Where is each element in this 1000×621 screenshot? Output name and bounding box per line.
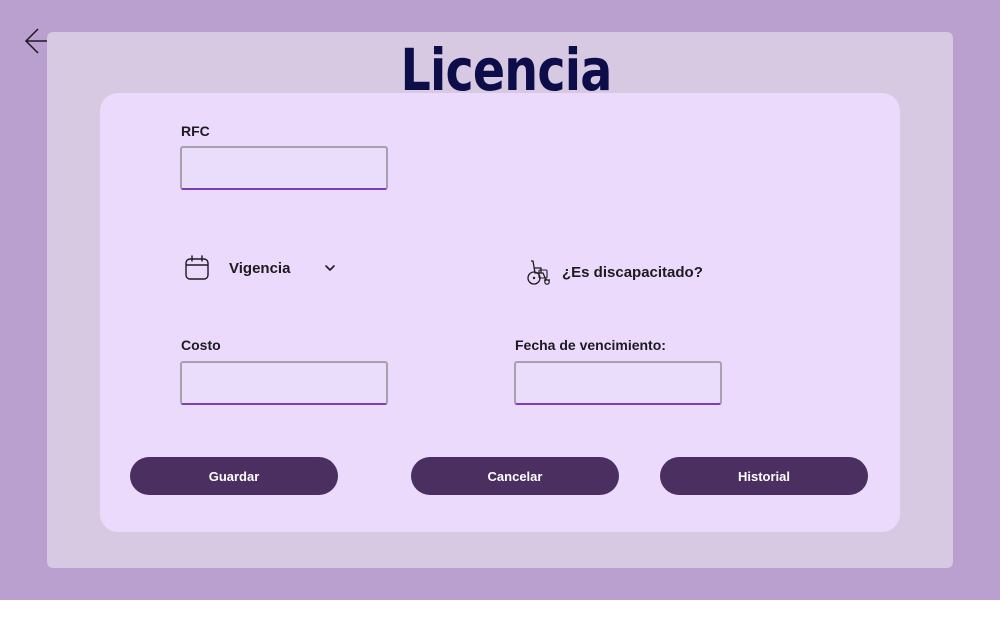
vigencia-dropdown[interactable]: Vigencia bbox=[180, 251, 345, 285]
wheelchair-icon bbox=[527, 260, 550, 285]
discapacitado-label: ¿Es discapacitado? bbox=[562, 263, 703, 281]
fecha-vencimiento-input[interactable] bbox=[514, 361, 722, 405]
costo-label: Costo bbox=[181, 337, 221, 353]
rfc-input[interactable] bbox=[180, 146, 388, 190]
app-background: Licencia RFC Vigencia ¿Es discapacitado?… bbox=[0, 0, 1000, 600]
fecha-vencimiento-label: Fecha de vencimiento: bbox=[515, 337, 666, 353]
chevron-down-icon bbox=[325, 265, 335, 271]
rfc-label: RFC bbox=[181, 123, 210, 139]
calendar-icon bbox=[185, 255, 209, 280]
license-form-card: RFC Vigencia ¿Es discapacitado? Costo Fe… bbox=[100, 93, 900, 532]
costo-input[interactable] bbox=[180, 361, 388, 405]
discapacitado-toggle[interactable]: ¿Es discapacitado? bbox=[526, 257, 703, 287]
vigencia-label: Vigencia bbox=[229, 259, 291, 277]
save-button[interactable]: Guardar bbox=[130, 457, 338, 495]
history-button[interactable]: Historial bbox=[660, 457, 868, 495]
cancel-button[interactable]: Cancelar bbox=[411, 457, 619, 495]
